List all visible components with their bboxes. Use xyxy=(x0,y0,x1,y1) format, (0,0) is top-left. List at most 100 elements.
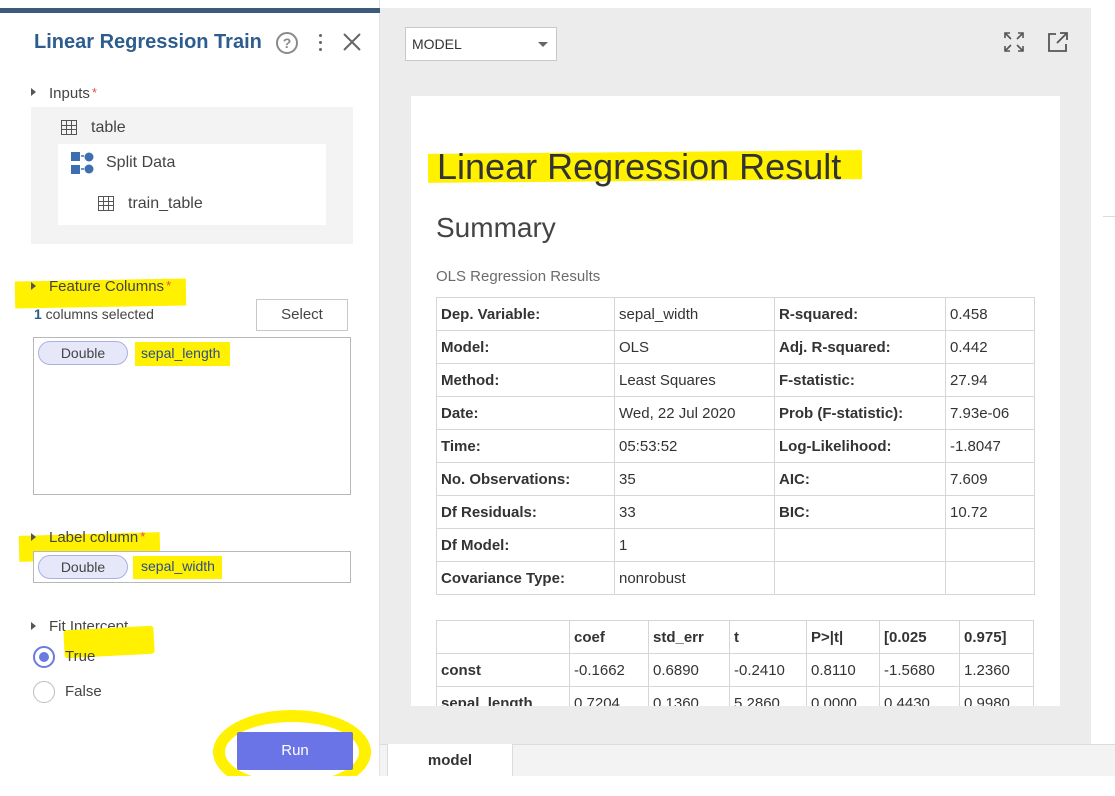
right-edge xyxy=(1091,8,1115,744)
summary-title: Summary xyxy=(436,212,556,243)
label-type-chip[interactable]: Double xyxy=(38,555,128,579)
model-select-value: MODEL xyxy=(412,36,462,52)
run-button[interactable]: Run xyxy=(237,732,353,770)
summary-key: Log-Likelihood: xyxy=(774,429,946,463)
model-select-dropdown[interactable]: MODEL xyxy=(405,27,557,61)
coef-row: const -0.1662 0.6890 -0.2410 0.8110 -1.5680 1.… xyxy=(436,653,1034,687)
coef-value: 0.7204 xyxy=(569,686,649,706)
summary-row: Dep. Variable: sepal_width R-squared: 0.458 xyxy=(436,297,1035,331)
chevron-down-icon xyxy=(538,42,548,47)
coef-header-row: coef std_err t P>|t| [0.025 0.975] xyxy=(436,620,1034,654)
summary-key: R-squared: xyxy=(774,297,946,331)
summary-row: Df Model: 1 xyxy=(436,528,1035,562)
summary-row: Covariance Type: nonrobust xyxy=(436,561,1035,595)
split-data-node[interactable]: Split Data xyxy=(106,154,175,172)
feature-columns-expand-arrow-icon[interactable] xyxy=(31,282,36,290)
feature-column-name[interactable]: sepal_length xyxy=(141,345,220,361)
summary-key: Prob (F-statistic): xyxy=(774,396,946,430)
select-columns-button[interactable]: Select xyxy=(256,299,348,331)
summary-row: Df Residuals: 33 BIC: 10.72 xyxy=(436,495,1035,529)
coef-header-cell xyxy=(436,620,570,654)
summary-row: No. Observations: 35 AIC: 7.609 xyxy=(436,462,1035,496)
ols-title: OLS Regression Results xyxy=(436,268,601,285)
left-panel-top-accent xyxy=(0,8,380,13)
summary-key: AIC: xyxy=(774,462,946,496)
coef-header-cell: std_err xyxy=(648,620,730,654)
fit-intercept-false-radio[interactable] xyxy=(33,681,55,703)
panel-title: Linear Regression Train xyxy=(34,31,262,53)
summary-value: 05:53:52 xyxy=(614,429,775,463)
summary-value: sepal_width xyxy=(614,297,775,331)
close-icon[interactable] xyxy=(341,30,363,54)
summary-value: nonrobust xyxy=(614,561,775,595)
help-icon[interactable]: ? xyxy=(276,32,298,54)
summary-value: OLS xyxy=(614,330,775,364)
coef-header-cell: t xyxy=(729,620,807,654)
train-table-node[interactable]: train_table xyxy=(128,195,203,213)
summary-value: 27.94 xyxy=(945,363,1035,397)
summary-table: Dep. Variable: sepal_width R-squared: 0.458… xyxy=(436,297,1035,595)
fit-intercept-expand-arrow-icon[interactable] xyxy=(31,622,36,630)
coef-header-cell: P>|t| xyxy=(806,620,880,654)
summary-value: Wed, 22 Jul 2020 xyxy=(614,396,775,430)
summary-value: 7.609 xyxy=(945,462,1035,496)
summary-key xyxy=(774,528,946,562)
input-table-node[interactable]: table xyxy=(91,119,126,137)
feature-columns-header[interactable]: Feature Columns * xyxy=(49,278,171,295)
summary-key xyxy=(774,561,946,595)
expand-icon[interactable] xyxy=(1004,32,1024,52)
summary-key: BIC: xyxy=(774,495,946,529)
table-icon xyxy=(98,196,114,211)
coefficients-table-viewport[interactable]: coef std_err t P>|t| [0.025 0.975] const -0.166… xyxy=(436,620,1036,706)
label-column-header[interactable]: Label column * xyxy=(49,529,145,546)
coef-value: 0.1360 xyxy=(648,686,730,706)
label-column-name[interactable]: sepal_width xyxy=(141,558,215,574)
coef-value: 1.2360 xyxy=(959,653,1034,687)
required-mark: * xyxy=(140,529,146,544)
columns-selected-text: columns selected xyxy=(41,306,154,322)
summary-value: 35 xyxy=(614,462,775,496)
feature-type-chip[interactable]: Double xyxy=(38,341,128,365)
summary-key: Method: xyxy=(436,363,615,397)
label-column-label: Label column xyxy=(49,529,139,546)
coef-value: 0.6890 xyxy=(648,653,730,687)
summary-key: No. Observations: xyxy=(436,462,615,496)
summary-row: Method: Least Squares F-statistic: 27.94 xyxy=(436,363,1035,397)
coef-value: -0.1662 xyxy=(569,653,649,687)
table-icon xyxy=(61,120,77,135)
fit-intercept-true-radio[interactable] xyxy=(33,646,55,668)
coef-value: 5.2860 xyxy=(729,686,807,706)
summary-value: 33 xyxy=(614,495,775,529)
coef-header-cell: coef xyxy=(569,620,649,654)
more-options-icon[interactable] xyxy=(316,32,324,54)
summary-value: 10.72 xyxy=(945,495,1035,529)
coef-value: -1.5680 xyxy=(879,653,960,687)
inputs-expand-arrow-icon[interactable] xyxy=(31,88,36,96)
summary-key: Adj. R-squared: xyxy=(774,330,946,364)
coef-header-cell: [0.025 xyxy=(879,620,960,654)
required-mark: * xyxy=(91,85,97,100)
summary-key: Covariance Type: xyxy=(436,561,615,595)
coef-value: 0.4430 xyxy=(879,686,960,706)
result-title: Linear Regression Result xyxy=(437,146,842,187)
tab-model[interactable]: model xyxy=(387,744,513,776)
fit-intercept-false-label: False xyxy=(65,683,102,700)
summary-key: Model: xyxy=(436,330,615,364)
summary-value xyxy=(945,561,1035,595)
coef-term: sepal_length xyxy=(436,686,570,706)
summary-key: Df Residuals: xyxy=(436,495,615,529)
coefficients-table: coef std_err t P>|t| [0.025 0.975] const -0.166… xyxy=(436,620,1034,706)
label-column-expand-arrow-icon[interactable] xyxy=(31,533,36,541)
coef-header-cell: 0.975] xyxy=(959,620,1034,654)
summary-value xyxy=(945,528,1035,562)
summary-row: Date: Wed, 22 Jul 2020 Prob (F-statistic):… xyxy=(436,396,1035,430)
summary-key: F-statistic: xyxy=(774,363,946,397)
summary-value: 7.93e-06 xyxy=(945,396,1035,430)
summary-key: Df Model: xyxy=(436,528,615,562)
open-in-new-icon[interactable] xyxy=(1047,31,1069,53)
coef-value: 0.9980 xyxy=(959,686,1034,706)
inputs-section-header[interactable]: Inputs * xyxy=(49,85,97,102)
summary-key: Date: xyxy=(436,396,615,430)
feature-columns-label: Feature Columns xyxy=(49,278,165,295)
summary-value: 1 xyxy=(614,528,775,562)
